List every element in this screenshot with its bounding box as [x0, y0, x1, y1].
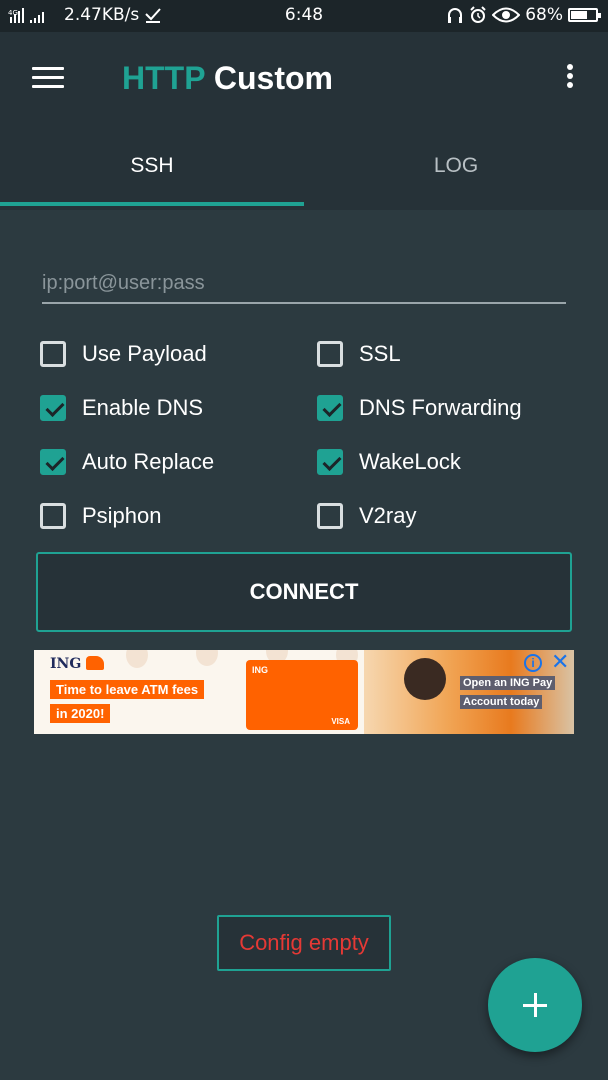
battery-icon [568, 8, 601, 22]
hamburger-menu-icon[interactable] [32, 67, 64, 89]
app-bar: HTTP Custom [0, 32, 608, 126]
ad-info-icon[interactable]: i [524, 654, 542, 672]
ad-headline-1: Time to leave ATM fees [50, 680, 205, 699]
checkbox-icon[interactable] [40, 503, 66, 529]
checkbox-icon[interactable] [317, 449, 343, 475]
server-address-input[interactable] [42, 264, 566, 304]
option-psiphon[interactable]: Psiphon [40, 503, 162, 529]
lantern-decoration [196, 650, 218, 666]
ad-close-icon[interactable]: ✕ [551, 651, 569, 673]
checkbox-icon[interactable] [40, 341, 66, 367]
eye-icon [492, 7, 521, 23]
option-label: DNS Forwarding [359, 395, 522, 420]
alarm-icon [470, 6, 486, 23]
ad-card-brand: ING [252, 665, 269, 675]
ad-photo [364, 650, 574, 734]
ad-card-network: VISA [331, 717, 350, 726]
checkbox-icon[interactable] [317, 395, 343, 421]
option-enable-dns[interactable]: Enable DNS [40, 395, 203, 421]
checkbox-icon[interactable] [317, 503, 343, 529]
option-use-payload[interactable]: Use Payload [40, 341, 207, 367]
option-label: Use Payload [82, 341, 207, 366]
option-label: Enable DNS [82, 395, 204, 420]
option-v2ray[interactable]: V2ray [317, 503, 416, 529]
app-title-accent: HTTP [122, 60, 205, 96]
tab-log[interactable]: LOG [304, 126, 608, 210]
tab-bar: SSH LOG [0, 126, 608, 210]
option-auto-replace[interactable]: Auto Replace [40, 449, 214, 475]
lantern-decoration [126, 650, 148, 668]
checkbox-icon[interactable] [317, 341, 343, 367]
tab-indicator [0, 202, 304, 206]
more-options-icon[interactable] [560, 64, 580, 94]
ad-person-image [404, 658, 446, 700]
tab-ssh[interactable]: SSH [0, 126, 304, 210]
status-right: 68% [446, 5, 601, 25]
battery-percent: 68% [525, 5, 563, 25]
status-bar: 4G 2.47KB/s 6:48 68% [0, 0, 608, 32]
option-wakelock[interactable]: WakeLock [317, 449, 461, 475]
ad-banner[interactable]: ING Time to leave ATM fees in 2020! ING … [34, 650, 574, 734]
battery-fill [571, 11, 587, 19]
headset-icon [448, 8, 463, 23]
ad-brand: ING [50, 656, 82, 672]
ad-lion-logo-icon [86, 656, 104, 670]
config-status-badge: Config empty [217, 915, 391, 971]
add-config-fab-button[interactable] [488, 958, 582, 1052]
option-label: Psiphon [82, 503, 162, 528]
option-dns-forwarding[interactable]: DNS Forwarding [317, 395, 522, 421]
ad-cta-line-2: Account today [460, 695, 543, 709]
option-label: WakeLock [359, 449, 461, 474]
ad-card-image: ING VISA [246, 660, 358, 730]
option-label: Auto Replace [82, 449, 215, 474]
option-label: V2ray [359, 503, 417, 528]
ad-headline-2: in 2020! [50, 704, 111, 723]
connect-button[interactable]: CONNECT [36, 552, 572, 632]
option-label: SSL [359, 341, 401, 366]
app-title-rest: Custom [213, 60, 333, 96]
ad-cta-line-1: Open an ING Pay [460, 676, 556, 690]
checkbox-icon[interactable] [40, 395, 66, 421]
option-ssl[interactable]: SSL [317, 341, 401, 367]
app-title: HTTP Custom [122, 60, 333, 97]
checkbox-icon[interactable] [40, 449, 66, 475]
